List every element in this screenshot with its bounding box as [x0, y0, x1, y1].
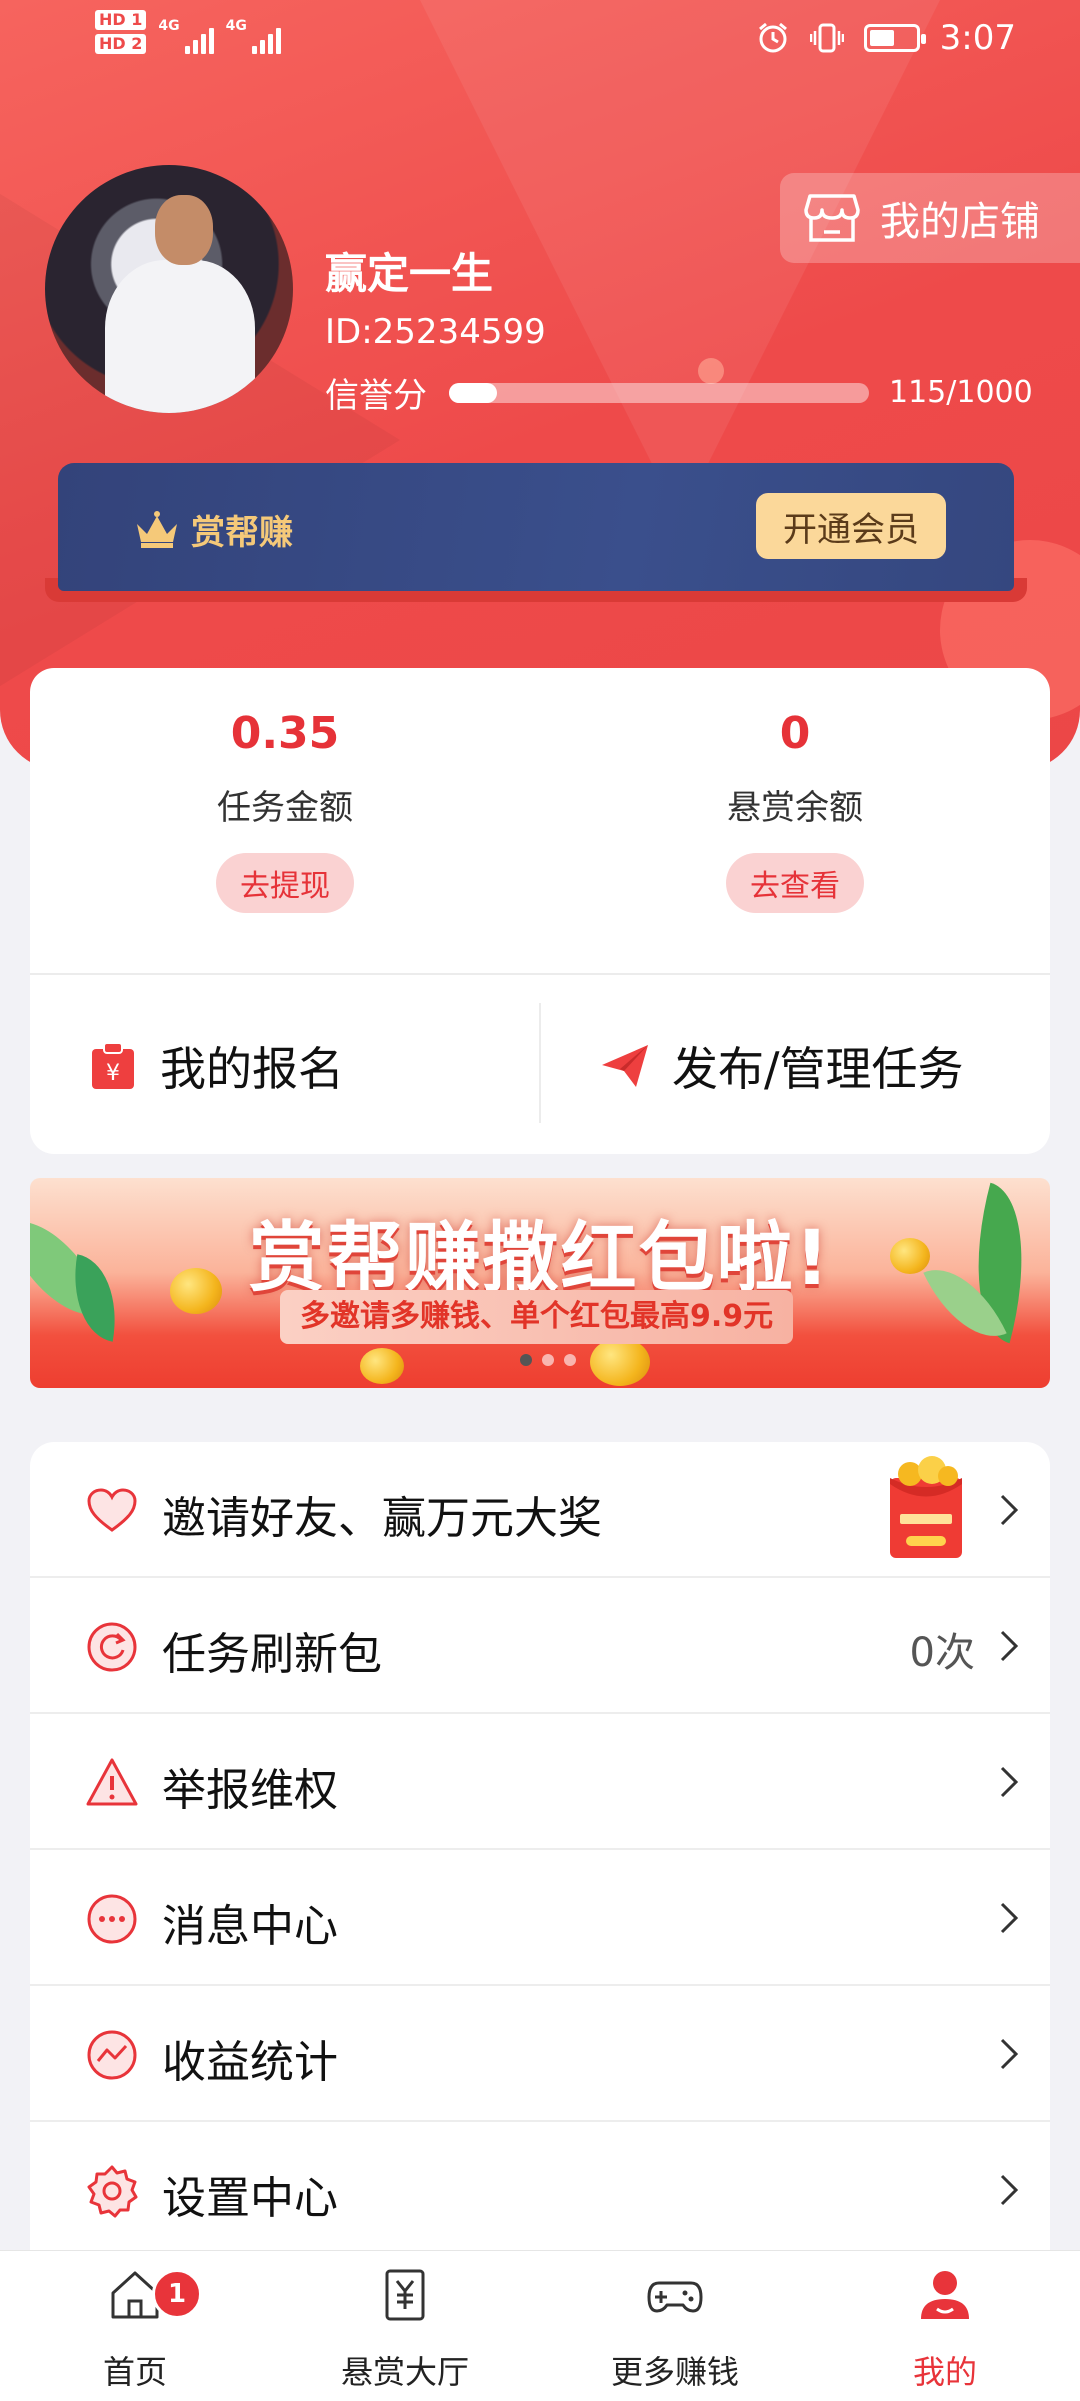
carousel-indicator — [520, 1354, 576, 1366]
chevron-right-icon — [1000, 1766, 1019, 1798]
heart-icon — [87, 1488, 137, 1532]
menu-item-settings[interactable]: 设置中心 — [30, 2122, 1050, 2258]
view-balance-button[interactable]: 去查看 — [726, 853, 864, 913]
my-shop-label: 我的店铺 — [880, 199, 1040, 245]
menu-item-task-refresh[interactable]: 任务刷新包 0次 — [30, 1578, 1050, 1714]
gamepad-icon — [647, 2281, 703, 2313]
open-membership-button[interactable]: 开通会员 — [756, 493, 946, 559]
clipboard-icon: ¥ — [92, 1042, 134, 1089]
wallet-card: 0.35 任务金额 去提现 0 悬赏余额 去查看 ¥ 我的报名 发布/管理任务 — [30, 668, 1050, 1154]
tab-label: 首页 — [102, 2353, 167, 2391]
signal-icon: 4G — [158, 10, 214, 54]
tab-label: 更多赚钱 — [610, 2353, 739, 2391]
coin-decoration — [360, 1348, 404, 1384]
gear-icon — [87, 2165, 138, 2218]
bottom-tab-bar: 1 首页 悬赏大厅 更多赚钱 我的 — [0, 2250, 1080, 2401]
chart-icon — [87, 2030, 137, 2080]
red-envelope-icon — [890, 1456, 962, 1558]
tab-home[interactable]: 1 首页 — [0, 2251, 270, 2401]
menu-label: 任务刷新包 — [162, 1629, 382, 1680]
reward-balance-value: 0 — [779, 708, 811, 759]
tab-mine[interactable]: 我的 — [810, 2251, 1080, 2401]
menu-label: 邀请好友、赢万元大奖 — [162, 1493, 602, 1544]
publish-manage-tasks-button[interactable]: 发布/管理任务 — [600, 978, 964, 1154]
vip-banner[interactable]: 赏帮赚 开通会员 — [58, 463, 1014, 591]
task-amount-section: 0.35 任务金额 去提现 — [30, 668, 540, 968]
divider — [30, 973, 1050, 975]
vip-title: 赏帮赚 — [191, 513, 293, 553]
chevron-right-icon — [1000, 2174, 1019, 2206]
task-amount-label: 任务金额 — [217, 788, 353, 828]
task-amount-value: 0.35 — [230, 708, 340, 759]
tab-label: 悬赏大厅 — [340, 2353, 469, 2391]
user-id: ID:25234599 — [325, 312, 546, 352]
hd1-indicator: HD 1 — [95, 10, 147, 30]
status-bar: HD 1 HD 2 4G 4G 3:07 — [0, 0, 1080, 80]
tab-earn-more[interactable]: 更多赚钱 — [540, 2251, 810, 2401]
username: 赢定一生 — [325, 249, 494, 298]
avatar[interactable] — [45, 165, 293, 413]
reward-hall-icon — [385, 2269, 425, 2321]
notification-badge: 1 — [152, 2269, 202, 2319]
network-type: 4G — [158, 18, 180, 34]
menu-label: 消息中心 — [162, 1901, 338, 1952]
publish-manage-tasks-label: 发布/管理任务 — [672, 1042, 964, 1096]
menu-label: 举报维权 — [162, 1765, 338, 1816]
menu-list: 邀请好友、赢万元大奖 任务刷新包 0次 举报维权 消息中心 收益统计 设置中心 — [30, 1442, 1050, 2262]
chevron-right-icon — [1000, 2038, 1019, 2070]
chat-icon — [87, 1894, 137, 1944]
battery-icon — [863, 24, 926, 52]
paper-plane-icon — [602, 1045, 648, 1087]
menu-item-report[interactable]: 举报维权 — [30, 1714, 1050, 1850]
reward-balance-label: 悬赏余额 — [727, 788, 863, 828]
my-signups-label: 我的报名 — [160, 1042, 344, 1096]
credit-progress-fill — [449, 382, 498, 403]
my-shop-button[interactable]: 我的店铺 — [780, 173, 1080, 263]
hd2-indicator: HD 2 — [95, 34, 147, 54]
tab-label: 我的 — [912, 2353, 977, 2391]
crown-icon — [137, 510, 177, 548]
clock: 3:07 — [939, 18, 1016, 58]
menu-label: 设置中心 — [162, 2173, 338, 2224]
tab-reward-hall[interactable]: 悬赏大厅 — [270, 2251, 540, 2401]
network-type: 4G — [225, 18, 247, 34]
chevron-right-icon — [1000, 1494, 1019, 1526]
svg-text:¥: ¥ — [106, 1061, 120, 1086]
profile-header: HD 1 HD 2 4G 4G 3:07 赢定一生 ID:25234599 信誉… — [0, 0, 1080, 770]
alarm-icon — [758, 22, 787, 53]
menu-item-messages[interactable]: 消息中心 — [30, 1850, 1050, 1986]
signal-icon: 4G — [226, 10, 281, 54]
credit-value: 115/1000 — [889, 375, 1033, 410]
credit-progress-bar — [449, 382, 869, 403]
my-signups-button[interactable]: ¥ 我的报名 — [88, 978, 344, 1154]
divider — [539, 1003, 541, 1123]
vibrate-icon — [809, 23, 844, 53]
refresh-count: 0次 — [909, 1630, 975, 1676]
coin-decoration — [590, 1338, 650, 1386]
promo-subtitle: 多邀请多赚钱、单个红包最高9.9元 — [280, 1290, 794, 1344]
menu-item-earnings-stats[interactable]: 收益统计 — [30, 1986, 1050, 2122]
menu-label: 收益统计 — [162, 2037, 338, 2088]
promo-banner[interactable]: 赏帮赚撒红包啦! 多邀请多赚钱、单个红包最高9.9元 — [30, 1178, 1050, 1388]
credit-label: 信誉分 — [325, 376, 427, 416]
refresh-icon — [87, 1622, 137, 1672]
credit-score: 信誉分 115/1000 — [325, 368, 1033, 417]
chevron-right-icon — [1000, 1902, 1019, 1934]
shop-icon — [804, 194, 860, 242]
menu-item-invite-friends[interactable]: 邀请好友、赢万元大奖 — [30, 1442, 1050, 1578]
chevron-right-icon — [1000, 1630, 1019, 1662]
user-icon — [921, 2271, 969, 2319]
warning-icon — [86, 1758, 138, 1806]
reward-balance-section: 0 悬赏余额 去查看 — [540, 668, 1050, 968]
withdraw-button[interactable]: 去提现 — [216, 853, 354, 913]
